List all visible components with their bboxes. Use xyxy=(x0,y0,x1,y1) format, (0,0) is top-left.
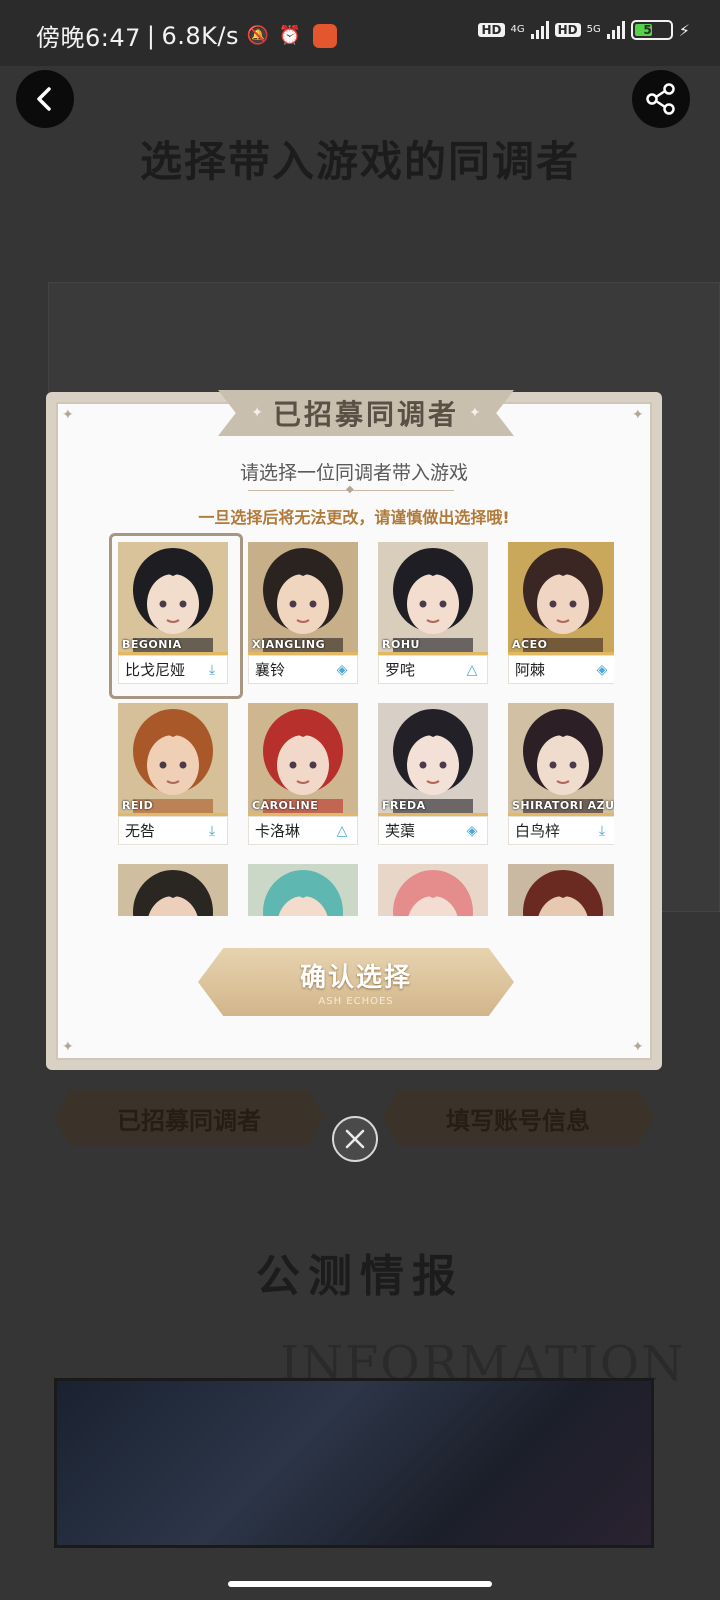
network-4g: 4G xyxy=(511,25,525,35)
character-grid: BEGONIA 比戈尼娅 ⤓ XIANGLING 襄铃 ◈ ROHU 罗咤 △ ACEO 阿棘 ◈ RE… xyxy=(104,532,614,916)
character-card[interactable]: SHIRATORI AZUSA 白鸟梓 ⤓ xyxy=(508,703,614,845)
status-right: HD 4G HD 5G 51 ⚡ xyxy=(478,20,690,40)
close-icon xyxy=(345,1129,365,1149)
charging-icon: ⚡ xyxy=(678,20,690,40)
battery-level: 51 xyxy=(643,23,661,37)
triangle-role-icon: △ xyxy=(336,822,348,839)
character-english-name: XIANGLING xyxy=(252,638,326,651)
tab-account-info[interactable]: 填写账号信息 xyxy=(382,1090,654,1146)
character-english-name: REID xyxy=(122,799,154,812)
warning-text: 一旦选择后将无法更改，请谨慎做出选择哦! xyxy=(198,508,510,527)
character-english-name: BEGONIA xyxy=(122,638,182,651)
character-english-name: CAROLINE xyxy=(252,799,319,812)
corner-ornament-icon: ✦ xyxy=(62,1039,74,1055)
character-name-bar: 无咎 ⤓ xyxy=(118,816,228,845)
info-banner-image[interactable] xyxy=(54,1378,654,1548)
character-portrait xyxy=(248,864,358,916)
network-speed: 6.8K/s xyxy=(161,21,239,50)
share-icon xyxy=(646,83,675,115)
diamond-role-icon: ◈ xyxy=(336,661,348,678)
app-notification-icon xyxy=(313,23,337,48)
diamond-divider-icon: ◆ xyxy=(346,484,354,495)
character-english-name: ACEO xyxy=(512,638,548,651)
mute-icon: 🔕 xyxy=(246,25,270,46)
character-name: 白鸟梓 xyxy=(515,822,561,840)
chevron-left-icon xyxy=(37,87,51,111)
sparkle-icon: ✦ xyxy=(469,405,481,421)
character-name-bar: 芙蕖 ◈ xyxy=(378,816,488,845)
confirm-button[interactable]: 确认选择 ASH ECHOES xyxy=(198,948,514,1016)
character-portrait xyxy=(508,864,614,916)
character-name: 卡洛琳 xyxy=(255,822,301,840)
character-english-name: SHIRATORI AZUSA xyxy=(512,799,614,812)
character-name: 阿棘 xyxy=(515,661,546,679)
signal-icon xyxy=(530,21,549,39)
diamond-role-icon: ◈ xyxy=(596,661,608,678)
corner-ornament-icon: ✦ xyxy=(632,407,644,423)
download-role-icon: ⤓ xyxy=(598,822,606,839)
confirm-sub-label: ASH ECHOES xyxy=(318,996,394,1007)
modal-panel: ✦ ✦ ✦ ✦ ✦ 已招募同调者 ✦ 请选择一位同调者带入游戏 ◆ 一旦选择后将… xyxy=(56,390,652,1060)
character-card[interactable]: ACEO 阿棘 ◈ xyxy=(508,542,614,684)
modal-title: 已招募同调者 xyxy=(272,398,459,431)
character-card[interactable]: FREDA 芙蕖 ◈ xyxy=(378,703,488,845)
character-name: 罗咤 xyxy=(385,661,416,679)
share-button[interactable] xyxy=(632,70,690,128)
character-card[interactable]: BEGONIA 比戈尼娅 ⤓ xyxy=(109,533,243,699)
close-button[interactable] xyxy=(332,1116,378,1162)
character-english-name: ROHU xyxy=(382,638,420,651)
tab-recruited[interactable]: 已招募同调者 xyxy=(54,1090,324,1146)
character-card[interactable] xyxy=(118,864,228,916)
character-name: 襄铃 xyxy=(255,661,286,679)
confirm-label: 确认选择 xyxy=(299,963,412,993)
network-5g: 5G xyxy=(587,25,601,35)
download-role-icon: ⤓ xyxy=(208,661,216,678)
diamond-role-icon: ◈ xyxy=(466,822,478,839)
page-title: 选择带入游戏的同调者 xyxy=(139,137,580,186)
hd-badge-2: HD xyxy=(554,23,581,37)
back-button[interactable] xyxy=(16,70,74,128)
battery-icon: 51 xyxy=(630,20,673,40)
triangle-role-icon: △ xyxy=(466,661,478,678)
network-4g-label: 4G xyxy=(510,24,525,35)
character-name-bar: 襄铃 ◈ xyxy=(248,655,358,684)
character-english-name: FREDA xyxy=(382,799,426,812)
character-portrait xyxy=(378,864,488,916)
character-card[interactable] xyxy=(378,864,488,916)
signal-icon-2 xyxy=(606,21,625,39)
download-role-icon: ⤓ xyxy=(208,822,216,839)
clock: 傍晚6:47 xyxy=(36,24,141,52)
section-title: 公测情报 xyxy=(256,1251,464,1302)
network-5g-label: 5G xyxy=(586,24,601,35)
modal-header: ✦ 已招募同调者 ✦ xyxy=(218,390,514,436)
character-card[interactable] xyxy=(248,864,358,916)
status-left: 傍晚6:47 | 6.8K/s 🔕 ⏰ xyxy=(36,18,337,53)
character-name: 无咎 xyxy=(125,822,156,840)
corner-ornament-icon: ✦ xyxy=(62,407,74,423)
separator: | xyxy=(146,21,156,50)
character-name: 芙蕖 xyxy=(385,822,416,840)
status-bar: 傍晚6:47 | 6.8K/s 🔕 ⏰ HD 4G HD 5G 51 ⚡ xyxy=(0,0,720,66)
character-name-bar: 白鸟梓 ⤓ xyxy=(508,816,614,845)
character-card[interactable]: REID 无咎 ⤓ xyxy=(118,703,228,845)
corner-ornament-icon: ✦ xyxy=(632,1039,644,1055)
character-select-modal: ✦ ✦ ✦ ✦ ✦ 已招募同调者 ✦ 请选择一位同调者带入游戏 ◆ 一旦选择后将… xyxy=(46,390,662,1070)
home-indicator[interactable] xyxy=(228,1581,492,1587)
character-name-bar: 卡洛琳 △ xyxy=(248,816,358,845)
character-name-bar: 罗咤 △ xyxy=(378,655,488,684)
sparkle-icon: ✦ xyxy=(251,405,263,421)
hd-badge: HD xyxy=(478,23,505,37)
character-card[interactable]: ROHU 罗咤 △ xyxy=(378,542,488,684)
character-card[interactable] xyxy=(508,864,614,916)
character-card[interactable]: CAROLINE 卡洛琳 △ xyxy=(248,703,358,845)
character-card[interactable]: XIANGLING 襄铃 ◈ xyxy=(248,542,358,684)
character-name-bar: 阿棘 ◈ xyxy=(508,655,614,684)
character-name: 比戈尼娅 xyxy=(125,661,186,679)
character-portrait xyxy=(118,864,228,916)
alarm-icon: ⏰ xyxy=(278,25,302,46)
character-name-bar: 比戈尼娅 ⤓ xyxy=(118,655,228,684)
modal-subtitle: 请选择一位同调者带入游戏 xyxy=(239,462,468,484)
